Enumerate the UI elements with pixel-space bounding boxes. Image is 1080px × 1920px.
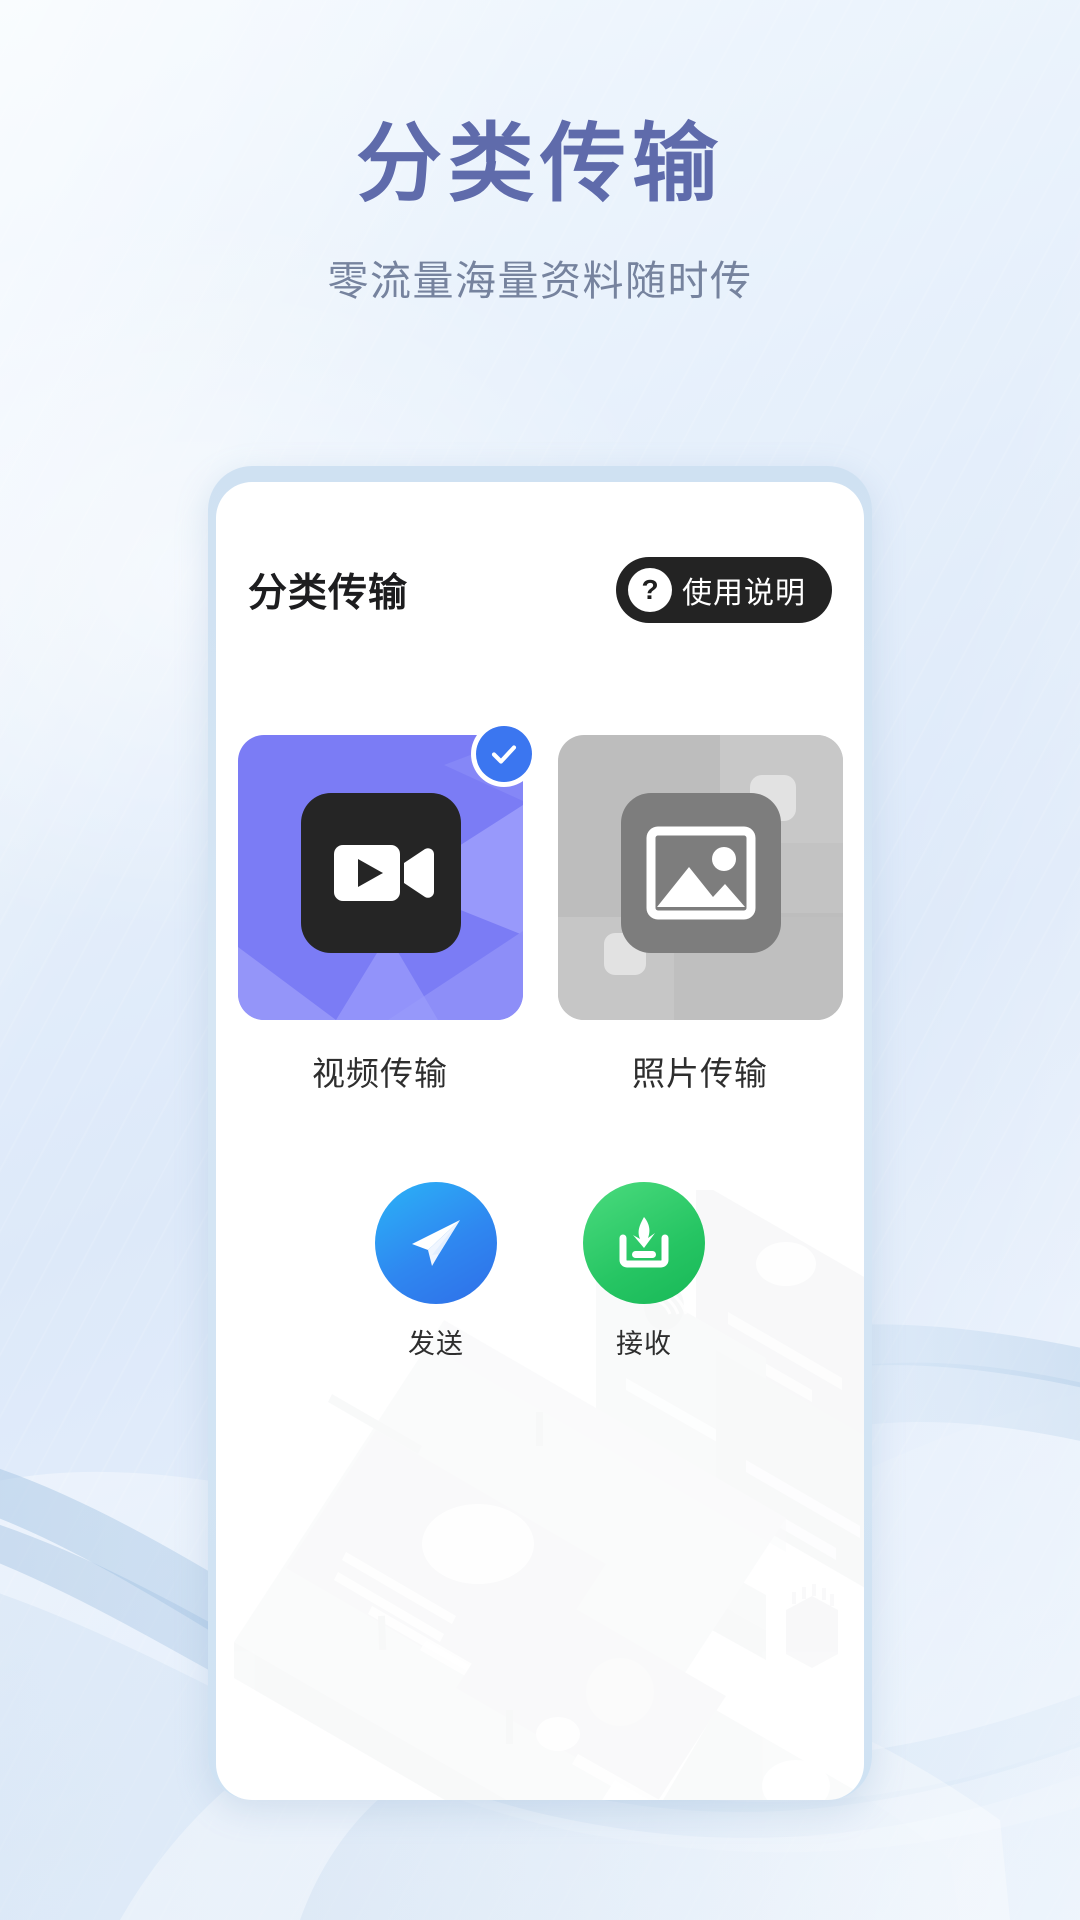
card-title: 分类传输 — [248, 572, 409, 615]
video-selected-badge — [470, 721, 537, 787]
page-title: 分类传输 — [356, 116, 724, 212]
help-instructions-button[interactable]: ? 使用说明 — [616, 557, 832, 623]
tile-video-label: 视频传输 — [312, 1055, 448, 1092]
page-subtitle: 零流量海量资料随时传 — [327, 257, 753, 304]
hero-section: 分类传输 零流量海量资料随时传 — [0, 118, 1080, 307]
video-camera-icon — [300, 793, 461, 953]
image-icon — [620, 793, 781, 953]
transfer-type-tiles: 视频传输 照片传输 — [216, 721, 864, 1095]
download-tray-icon — [619, 1217, 669, 1268]
tile-video-transfer[interactable]: 视频传输 — [237, 721, 537, 1095]
phone-frame: 分类传输 ? 使用说明 视频传输 照片传输 发送 接收 — [208, 466, 872, 1800]
action-buttons: 发送 接收 — [216, 1182, 864, 1361]
check-icon — [475, 726, 532, 782]
receive-button-label: 接收 — [616, 1329, 672, 1359]
card-header: 分类传输 ? 使用说明 — [216, 544, 864, 636]
send-button-label: 发送 — [408, 1329, 464, 1359]
send-button[interactable]: 发送 — [375, 1182, 497, 1361]
receive-button-circle[interactable] — [583, 1182, 705, 1304]
help-instructions-label: 使用说明 — [682, 577, 806, 610]
check-glyph — [491, 745, 516, 764]
receive-button[interactable]: 接收 — [583, 1182, 705, 1361]
send-button-circle[interactable] — [375, 1182, 497, 1304]
tile-photo-thumbnail[interactable] — [557, 735, 843, 1020]
paper-plane-icon — [412, 1220, 460, 1266]
question-mark-icon: ? — [628, 568, 672, 612]
tile-video-thumbnail[interactable] — [237, 721, 537, 1020]
phone-screen: 分类传输 ? 使用说明 视频传输 照片传输 发送 接收 — [216, 482, 864, 1800]
tile-photo-label: 照片传输 — [632, 1055, 768, 1092]
tile-photo-transfer[interactable]: 照片传输 — [557, 735, 843, 1095]
